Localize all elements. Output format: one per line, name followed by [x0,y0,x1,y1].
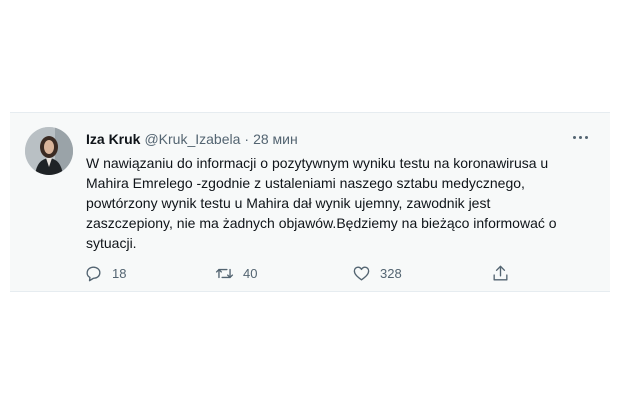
tweet-actions: 18 40 328 [82,261,522,285]
tweet-header: Iza Kruk @Kruk_Izabela · 28 мин [86,130,298,148]
display-name[interactable]: Iza Kruk [86,130,140,148]
share-icon [493,265,508,281]
user-handle[interactable]: @Kruk_Izabela [144,130,240,148]
tweet-text-line: zaszczepiony, nie ma żadnych objawów.Będ… [86,215,557,231]
timestamp[interactable]: 28 мин [253,130,298,148]
retweet-button[interactable]: 40 [215,261,257,285]
more-dot [578,135,582,139]
tweet-text-line: powtórzony wynik testu u Mahira dał wyni… [86,195,491,211]
reply-icon [86,265,101,281]
separator-dot: · [244,131,250,147]
like-count: 328 [380,265,402,281]
tweet-text: W nawiązaniu do informacji o pozytywnym … [86,153,598,253]
more-icon[interactable] [568,127,592,147]
reply-button[interactable]: 18 [84,261,126,285]
tweet-card[interactable]: Iza Kruk @Kruk_Izabela · 28 мин W nawiąz… [10,112,610,292]
avatar[interactable] [25,127,73,175]
tweet-text-line: W nawiązaniu do informacji o pozytywnym … [86,155,549,171]
like-button[interactable]: 328 [352,261,402,285]
more-dot [572,135,576,139]
retweet-icon [215,268,234,278]
retweet-count: 40 [243,265,258,281]
more-dot [584,135,588,139]
reply-count: 18 [112,265,127,281]
tweet-text-line: sytuacji. [86,235,137,251]
avatar-image [25,127,73,175]
share-button[interactable] [491,261,510,285]
tweet-text-line: Mahira Emrelego -zgodnie z ustaleniami n… [86,175,525,191]
heart-icon [353,265,370,281]
